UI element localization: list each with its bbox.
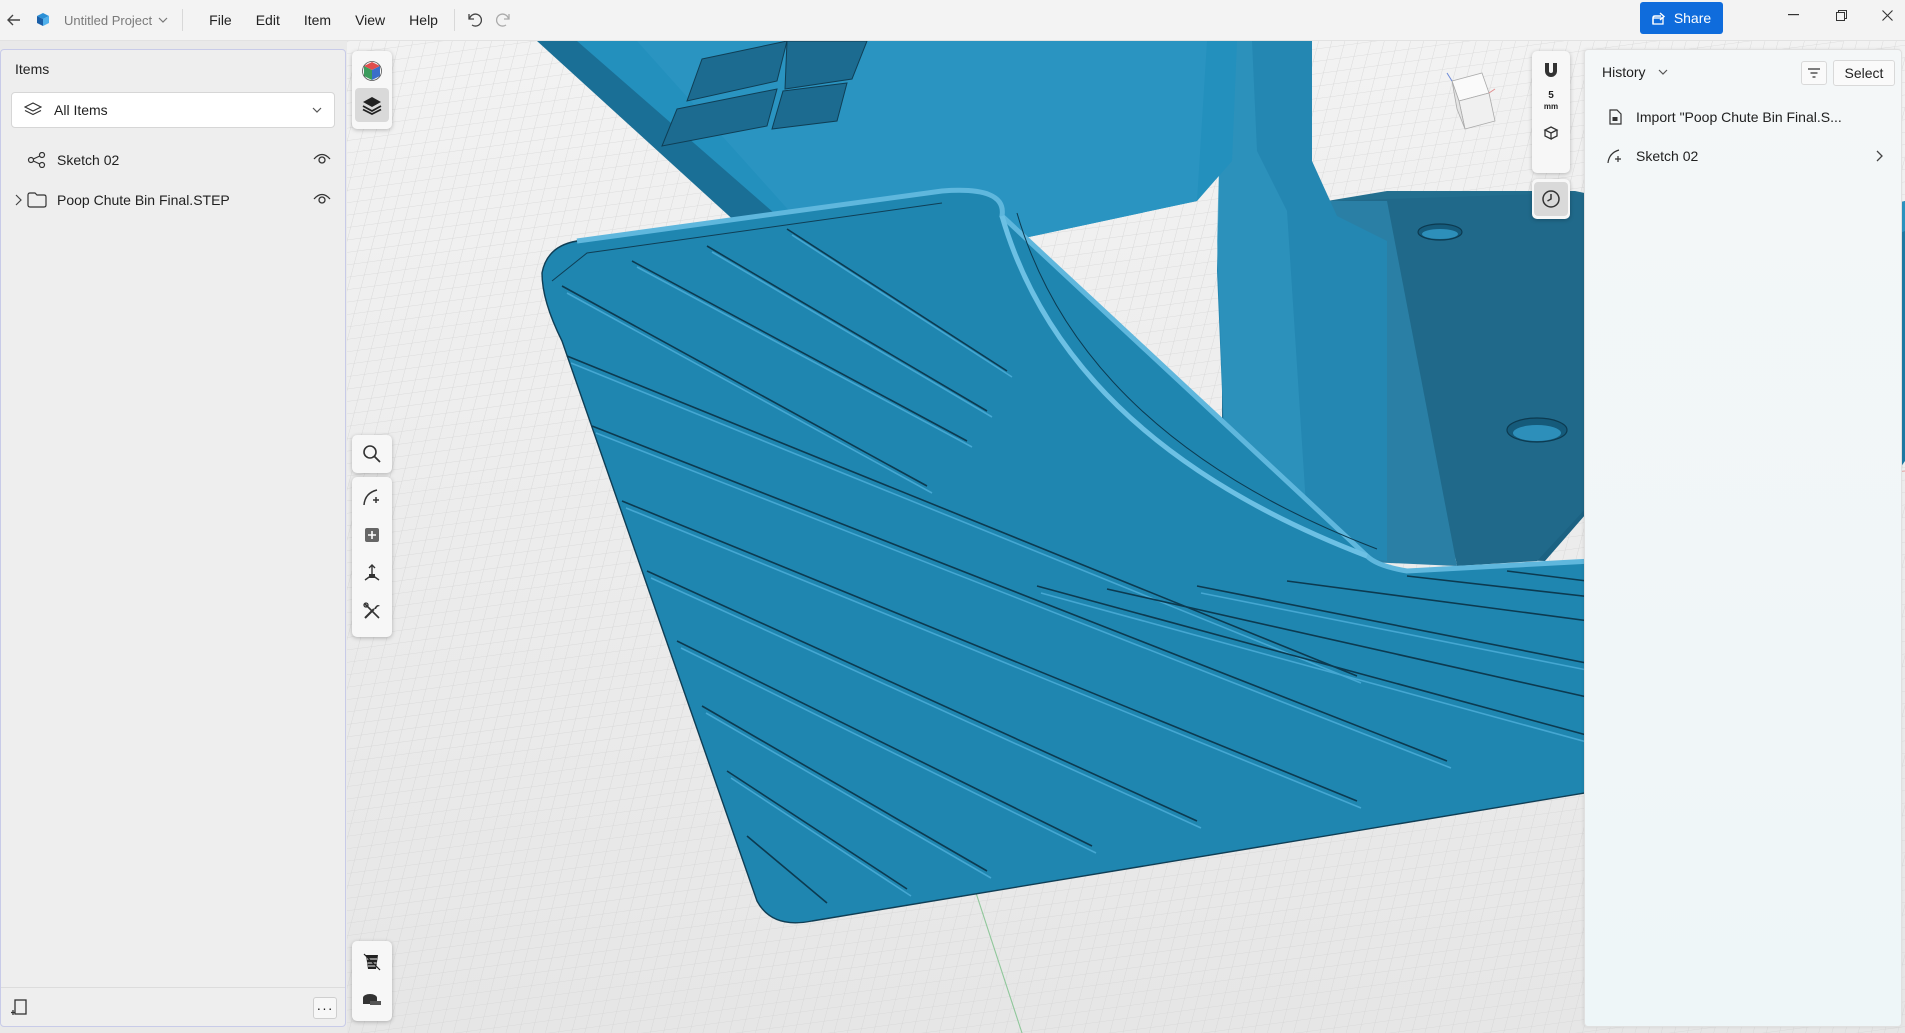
items-filter-value: All Items xyxy=(54,102,108,118)
eye-visibility-icon[interactable] xyxy=(313,192,331,208)
history-panel: History Select Import "Poop Chute Bin Fi… xyxy=(1584,49,1902,1027)
menu-help[interactable]: Help xyxy=(397,6,450,34)
measure-icon[interactable] xyxy=(355,983,389,1017)
menu-item[interactable]: Item xyxy=(292,6,343,34)
add-document-icon[interactable] xyxy=(10,998,29,1019)
create-toolbar xyxy=(352,477,392,637)
sketch-icon xyxy=(25,149,49,171)
history-toggle-toolbar xyxy=(1532,179,1570,219)
history-entry-label: Sketch 02 xyxy=(1636,148,1699,164)
tree-item-step-file[interactable]: Poop Chute Bin Final.STEP xyxy=(1,184,345,216)
tree-item-label: Sketch 02 xyxy=(57,152,120,168)
menu-file[interactable]: File xyxy=(197,6,244,34)
more-options-button[interactable]: ··· xyxy=(313,997,337,1019)
magnet-snap-icon[interactable] xyxy=(1534,54,1568,88)
history-entry-label: Import "Poop Chute Bin Final.S... xyxy=(1636,109,1842,125)
transform-icon[interactable] xyxy=(355,556,389,590)
title-bar: Untitled Project File Edit Item View Hel… xyxy=(0,0,1905,41)
close-icon[interactable] xyxy=(1864,0,1905,30)
chevron-down-icon xyxy=(312,107,322,113)
snap-toolbar: 5 mm xyxy=(1532,51,1570,173)
import-icon xyxy=(1604,109,1626,125)
chevron-down-icon xyxy=(158,17,168,23)
minimize-icon[interactable] xyxy=(1770,0,1816,30)
clock-history-icon[interactable] xyxy=(1534,182,1568,216)
section-view-icon[interactable] xyxy=(355,945,389,979)
menu-view[interactable]: View xyxy=(343,6,397,34)
reset-view-icon[interactable] xyxy=(1534,116,1568,150)
chevron-right-icon[interactable] xyxy=(11,194,25,206)
redo-icon[interactable] xyxy=(489,5,519,35)
tree-item-label: Poop Chute Bin Final.STEP xyxy=(57,192,230,208)
chevron-right-icon[interactable] xyxy=(1875,149,1883,165)
history-title: History xyxy=(1602,64,1646,80)
share-icon xyxy=(1652,11,1665,25)
history-panel-header: History Select xyxy=(1585,50,1901,94)
divider xyxy=(453,9,455,31)
layers-icon xyxy=(24,102,42,116)
history-entry-import[interactable]: Import "Poop Chute Bin Final.S... xyxy=(1585,99,1901,135)
undo-icon[interactable] xyxy=(459,5,489,35)
sketch-tool-icon[interactable] xyxy=(355,480,389,514)
items-panel-title: Items xyxy=(15,61,50,77)
add-body-icon[interactable] xyxy=(355,518,389,552)
app-logo-icon xyxy=(28,5,58,35)
appearance-cube-icon[interactable] xyxy=(355,54,389,88)
select-button[interactable]: Select xyxy=(1833,60,1895,86)
scale-value: 5 xyxy=(1548,90,1554,101)
tree-item-sketch[interactable]: Sketch 02 xyxy=(1,144,345,176)
share-label: Share xyxy=(1673,10,1712,26)
menu-edit[interactable]: Edit xyxy=(244,6,292,34)
filter-icon[interactable] xyxy=(1801,61,1827,85)
history-dropdown[interactable]: History xyxy=(1602,64,1668,80)
search-toolbar xyxy=(352,435,392,473)
scale-unit: mm xyxy=(1543,102,1559,111)
divider xyxy=(182,9,184,31)
share-button[interactable]: Share xyxy=(1640,2,1723,34)
restore-icon[interactable] xyxy=(1818,0,1864,30)
menu-bar: File Edit Item View Help xyxy=(197,6,450,34)
items-filter-dropdown[interactable]: All Items xyxy=(11,92,335,128)
tools-icon[interactable] xyxy=(355,594,389,628)
display-toolbar xyxy=(352,941,392,1021)
project-name-dropdown[interactable]: Untitled Project xyxy=(64,13,168,28)
back-arrow-icon[interactable] xyxy=(0,5,28,35)
sketch-icon xyxy=(1604,148,1626,164)
items-panel: Items All Items Sketch 02 Poop Chute Bin… xyxy=(0,49,346,1027)
folder-icon xyxy=(25,189,49,211)
view-toolbar xyxy=(352,51,392,129)
layers-icon[interactable] xyxy=(355,88,389,122)
search-icon[interactable] xyxy=(355,437,389,471)
eye-visibility-icon[interactable] xyxy=(313,152,331,168)
project-name-label: Untitled Project xyxy=(64,12,153,28)
chevron-down-icon xyxy=(1658,69,1667,75)
history-entry-sketch[interactable]: Sketch 02 xyxy=(1585,138,1901,174)
items-panel-footer: ··· xyxy=(1,987,345,1027)
grid-scale-readout[interactable]: 5 mm xyxy=(1544,90,1558,112)
